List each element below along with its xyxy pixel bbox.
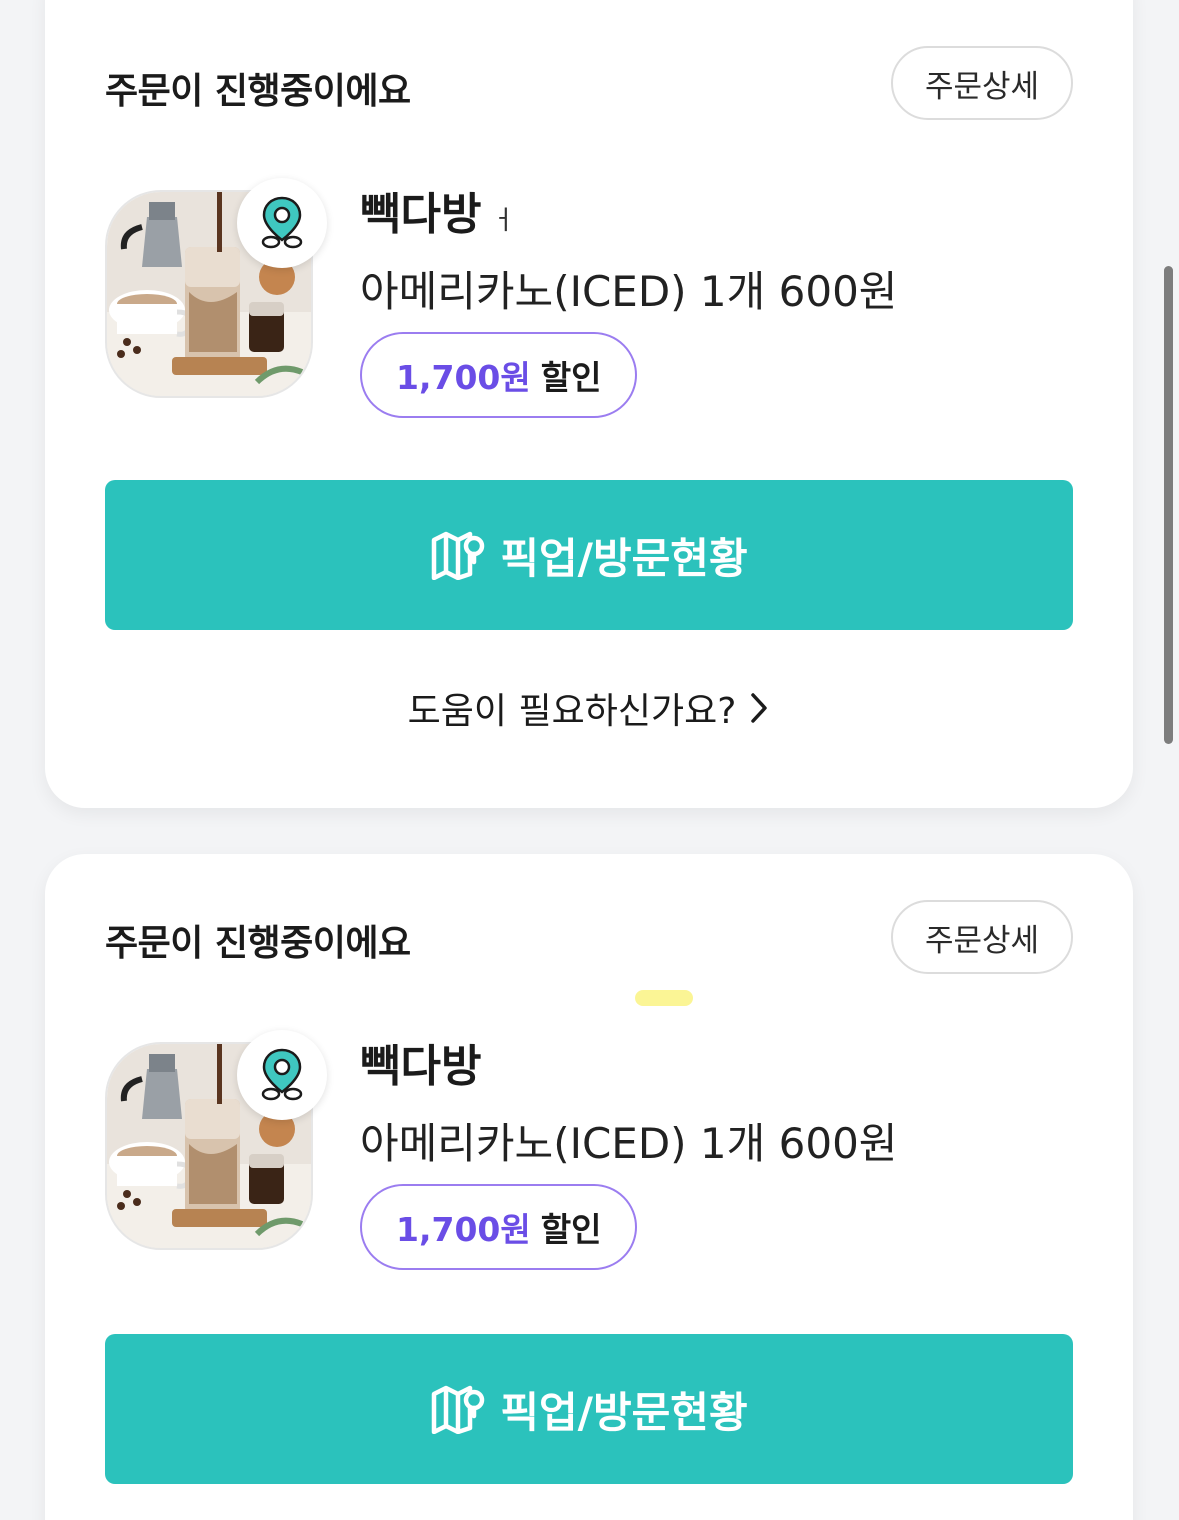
order-card: 주문이 진행중이에요 주문상세 — [45, 854, 1133, 1520]
store-name-text: 빽다방 — [360, 189, 482, 240]
store-thumbnail — [105, 178, 327, 398]
discount-amount: 1,700원 — [396, 1210, 531, 1249]
order-card: 주문이 진행중이에요 주문상세 — [45, 0, 1133, 808]
store-name: 빽다방 ㅓ — [360, 178, 515, 242]
discount-label: 할인 — [540, 1210, 602, 1249]
store-thumbnail — [105, 1030, 327, 1250]
pickup-pin-icon — [237, 178, 327, 268]
discount-badge: 1,700원 할인 — [360, 332, 638, 418]
pickup-pin-icon — [237, 1030, 327, 1120]
chevron-right-icon — [748, 691, 770, 725]
order-status-title: 주문이 진행중이에요 — [105, 71, 411, 112]
order-menu-summary: 아메리카노(ICED) 1개 600원 — [360, 267, 898, 316]
discount-label: 할인 — [540, 358, 602, 397]
pickup-status-button[interactable]: 픽업/방문현황 — [105, 1334, 1073, 1484]
discount-badge: 1,700원 할인 — [360, 1184, 638, 1270]
scrollbar[interactable] — [1164, 266, 1173, 744]
pickup-status-button[interactable]: 픽업/방문현황 — [105, 480, 1073, 630]
order-status-title: 주문이 진행중이에요 — [105, 923, 411, 964]
order-detail-button[interactable]: 주문상세 — [891, 900, 1073, 974]
order-detail-button[interactable]: 주문상세 — [891, 46, 1073, 120]
pickup-status-label: 픽업/방문현황 — [500, 1387, 748, 1437]
map-pin-icon — [430, 1384, 486, 1434]
help-link[interactable]: 도움이 필요하신가요? — [45, 682, 1133, 734]
discount-amount: 1,700원 — [396, 358, 531, 397]
order-menu-summary: 아메리카노(ICED) 1개 600원 — [360, 1119, 898, 1168]
pickup-status-label: 픽업/방문현황 — [500, 533, 748, 583]
help-link-label: 도움이 필요하신가요? — [407, 691, 737, 732]
store-name: 빽다방 — [360, 1041, 482, 1092]
map-pin-icon — [430, 530, 486, 580]
highlight-mark — [635, 990, 693, 1006]
store-name-trailing-char: ㅓ — [491, 206, 516, 236]
order-status-page: 주문이 진행중이에요 주문상세 빽다방 ㅓ 아메리카노(ICED) 1개 600… — [0, 0, 1179, 1520]
